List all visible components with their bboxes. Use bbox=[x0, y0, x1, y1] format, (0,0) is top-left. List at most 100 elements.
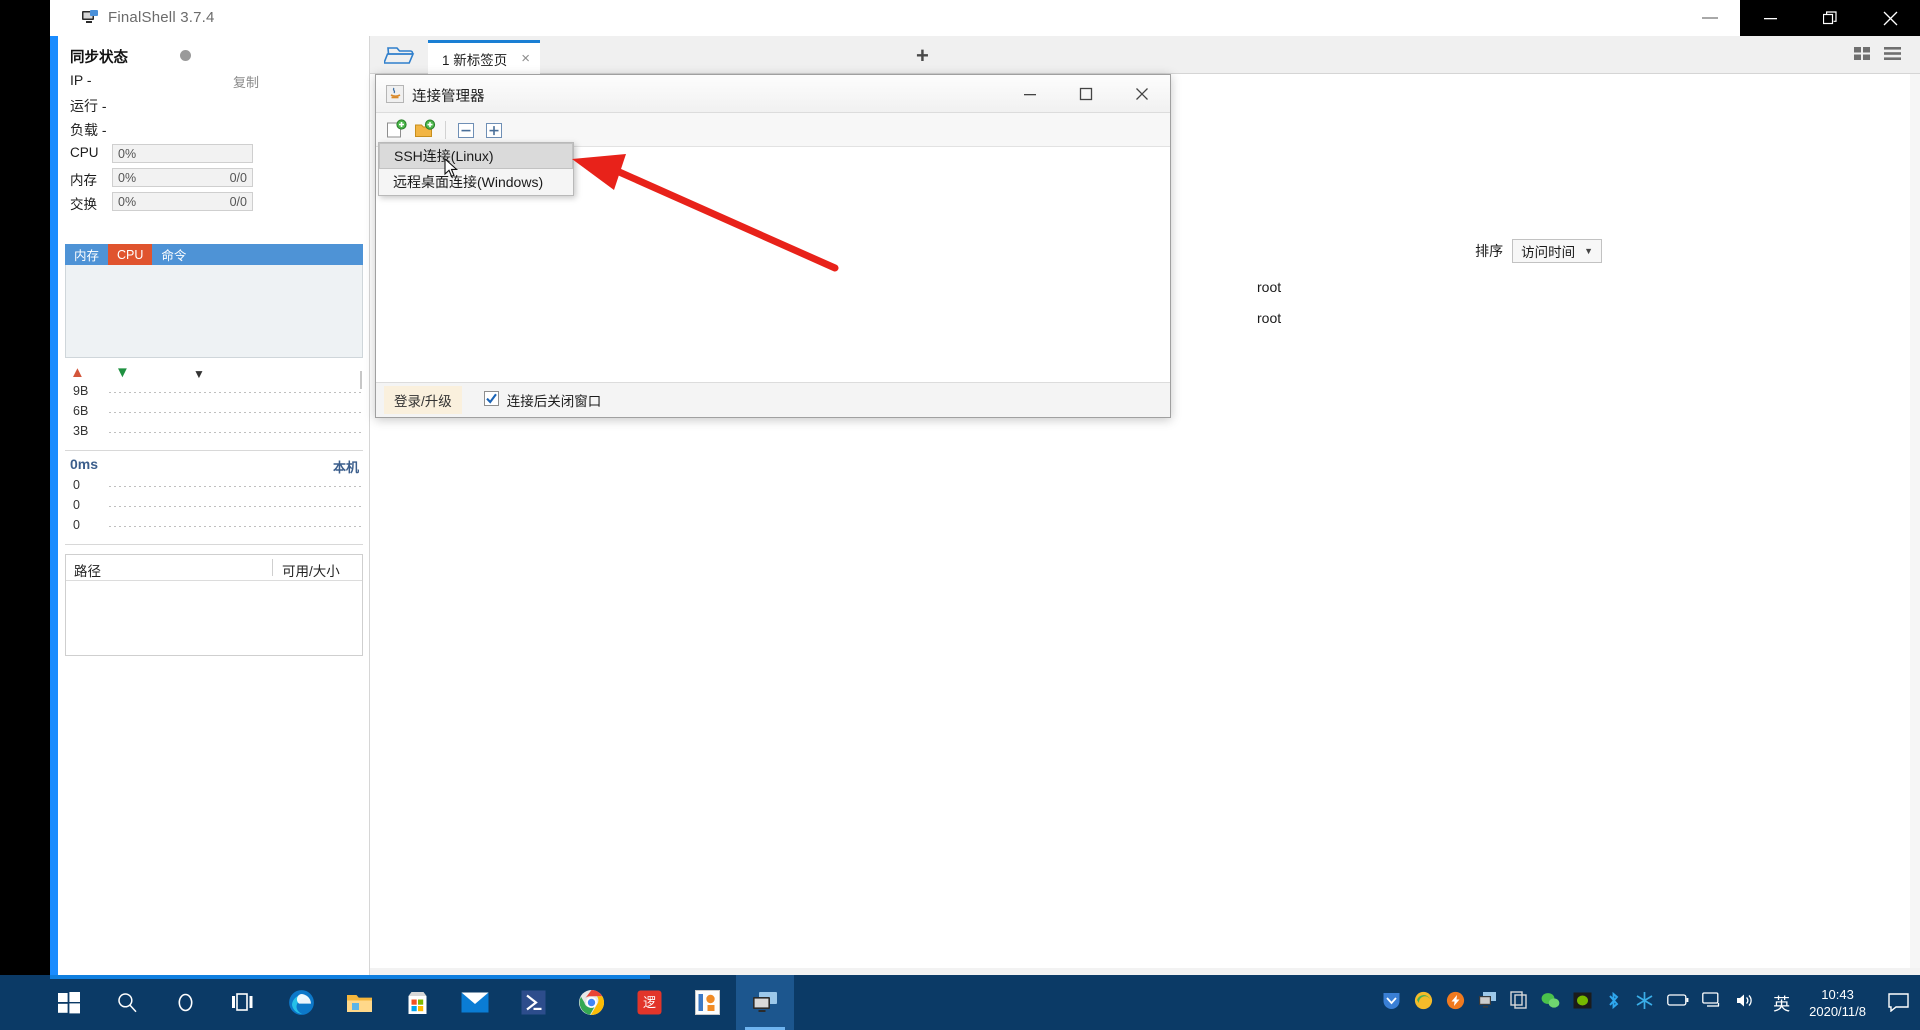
window-titlebar[interactable]: FinalShell 3.7.4 bbox=[50, 0, 1920, 36]
sync-status-label: 同步状态 bbox=[70, 50, 128, 66]
os-minimize-button[interactable] bbox=[1740, 0, 1800, 36]
os-close-button[interactable] bbox=[1860, 0, 1920, 36]
new-folder-icon[interactable] bbox=[414, 119, 436, 141]
uptime-row: 运行 - bbox=[70, 96, 107, 116]
disk-path-table: 路径 可用/大小 bbox=[65, 554, 363, 656]
taskbar-clock[interactable]: 10:43 2020/11/8 bbox=[1799, 986, 1876, 1020]
tab-strip: 1 新标签页 × + bbox=[370, 36, 1920, 74]
menu-item-rdp-windows[interactable]: 远程桌面连接(Windows) bbox=[379, 169, 573, 195]
list-view-icon[interactable] bbox=[1884, 46, 1902, 66]
dialog-minimize-button[interactable] bbox=[1002, 75, 1058, 113]
edge-icon[interactable] bbox=[272, 975, 330, 1030]
wechat-icon[interactable] bbox=[1541, 992, 1560, 1014]
cortana-icon[interactable] bbox=[156, 975, 214, 1030]
checkbox-checked-icon bbox=[483, 391, 499, 409]
thunder-icon[interactable] bbox=[1446, 991, 1465, 1015]
swap-meter-detail: 0/0 bbox=[229, 195, 247, 209]
media-app-icon[interactable] bbox=[678, 975, 736, 1030]
network-graph: 9B 6B 3B bbox=[65, 384, 363, 446]
clock-date: 2020/11/8 bbox=[1809, 1003, 1866, 1019]
os-window-buttons bbox=[1740, 0, 1920, 36]
load-value: - bbox=[101, 122, 107, 138]
dialog-maximize-button[interactable] bbox=[1058, 75, 1114, 113]
toolbar-divider bbox=[445, 121, 446, 139]
battery-icon[interactable] bbox=[1667, 993, 1689, 1012]
network-graph-header: ▲ ▼ ▼ bbox=[65, 364, 363, 384]
sort-select[interactable]: 访问时间 ▼ bbox=[1512, 239, 1602, 263]
copy-ip-button[interactable]: 复制 bbox=[233, 72, 259, 91]
sogou-input-icon[interactable]: 逻 bbox=[620, 975, 678, 1030]
plus-icon[interactable]: + bbox=[916, 45, 929, 67]
sort-label: 排序 bbox=[1475, 243, 1504, 259]
swap-meter-percent: 0% bbox=[118, 195, 137, 209]
process-tab-memory[interactable]: 内存 bbox=[65, 244, 108, 265]
caret-down-icon: ▼ bbox=[1584, 246, 1593, 256]
close-icon[interactable]: × bbox=[521, 51, 530, 66]
task-view-icon[interactable] bbox=[214, 975, 272, 1030]
new-connection-icon[interactable] bbox=[386, 119, 408, 141]
taskbar: 逻 英 10:43 2020/11/8 bbox=[0, 975, 1920, 1030]
load-row: 负载 - bbox=[70, 120, 107, 140]
firefox-icon[interactable] bbox=[1414, 991, 1433, 1015]
finalshell-icon[interactable] bbox=[736, 975, 794, 1030]
sync-status-indicator bbox=[180, 50, 191, 61]
start-button-icon[interactable] bbox=[40, 975, 98, 1030]
latency-gridline bbox=[109, 486, 363, 487]
dialog-login-upgrade-button[interactable]: 登录/升级 bbox=[384, 386, 462, 414]
file-explorer-icon[interactable] bbox=[330, 975, 388, 1030]
app-minimize-button[interactable] bbox=[1702, 17, 1718, 19]
dialog-titlebar[interactable]: 连接管理器 bbox=[376, 75, 1170, 113]
uptime-value: - bbox=[101, 98, 107, 114]
column-divider bbox=[272, 559, 273, 576]
process-tab-command[interactable]: 命令 bbox=[152, 244, 195, 265]
taskbar-apps: 逻 bbox=[40, 975, 794, 1030]
process-tab-cpu[interactable]: CPU bbox=[108, 244, 153, 265]
tab-new-tab[interactable]: 1 新标签页 × bbox=[428, 40, 541, 74]
content-scrollbar[interactable] bbox=[1910, 74, 1920, 975]
connection-user-2: root bbox=[1257, 310, 1282, 326]
dialog-title: 连接管理器 bbox=[412, 89, 485, 105]
bluetooth-icon[interactable] bbox=[1605, 991, 1622, 1015]
arrow-down-icon: ▼ bbox=[115, 364, 130, 381]
dialog-footer: 登录/升级 连接后关闭窗口 bbox=[376, 383, 1170, 417]
network-icon[interactable] bbox=[1702, 991, 1722, 1014]
collapse-all-icon[interactable] bbox=[455, 119, 477, 141]
memory-meter-bar: 0% 0/0 bbox=[112, 168, 253, 187]
folder-open-icon[interactable] bbox=[382, 42, 418, 68]
tencent-shield-icon[interactable] bbox=[1382, 991, 1401, 1015]
cpu-meter-label: CPU bbox=[70, 145, 99, 160]
network-gridline bbox=[109, 392, 363, 393]
system-tray: 英 10:43 2020/11/8 bbox=[1382, 975, 1920, 1030]
remote-desktop-icon[interactable] bbox=[1478, 991, 1497, 1014]
search-icon[interactable] bbox=[98, 975, 156, 1030]
cpu-meter-percent: 0% bbox=[118, 147, 137, 161]
ime-indicator[interactable]: 英 bbox=[1764, 990, 1799, 1015]
disk-table-header: 路径 可用/大小 bbox=[66, 555, 362, 581]
memory-meter-detail: 0/0 bbox=[229, 171, 247, 185]
expand-all-icon[interactable] bbox=[483, 119, 505, 141]
grid-view-icon[interactable] bbox=[1854, 46, 1872, 66]
network-gridline bbox=[109, 412, 363, 413]
divider bbox=[65, 450, 363, 451]
process-tabs: 内存 CPU 命令 bbox=[65, 244, 363, 265]
chrome-icon[interactable] bbox=[562, 975, 620, 1030]
snowflake-icon[interactable] bbox=[1635, 991, 1654, 1015]
network-gridline bbox=[109, 432, 363, 433]
java-app-icon bbox=[386, 85, 404, 103]
nvidia-icon[interactable] bbox=[1573, 992, 1592, 1014]
disk-column-path: 路径 bbox=[74, 564, 101, 579]
svg-text:逻: 逻 bbox=[642, 996, 655, 1011]
os-restore-button[interactable] bbox=[1800, 0, 1860, 36]
dialog-close-button[interactable] bbox=[1114, 75, 1170, 113]
mail-icon[interactable] bbox=[446, 975, 504, 1030]
volume-icon[interactable] bbox=[1735, 992, 1754, 1014]
arrow-up-icon: ▲ bbox=[70, 364, 85, 381]
notification-icon[interactable] bbox=[1876, 975, 1920, 1030]
caret-down-icon[interactable]: ▼ bbox=[193, 368, 205, 380]
microsoft-store-icon[interactable] bbox=[388, 975, 446, 1030]
close-after-connect-checkbox[interactable]: 连接后关闭窗口 bbox=[483, 390, 601, 410]
disk-column-size: 可用/大小 bbox=[282, 564, 340, 579]
copy-tool-icon[interactable] bbox=[1510, 991, 1528, 1014]
powershell-icon[interactable] bbox=[504, 975, 562, 1030]
menu-item-ssh-linux[interactable]: SSH连接(Linux) bbox=[379, 143, 573, 169]
